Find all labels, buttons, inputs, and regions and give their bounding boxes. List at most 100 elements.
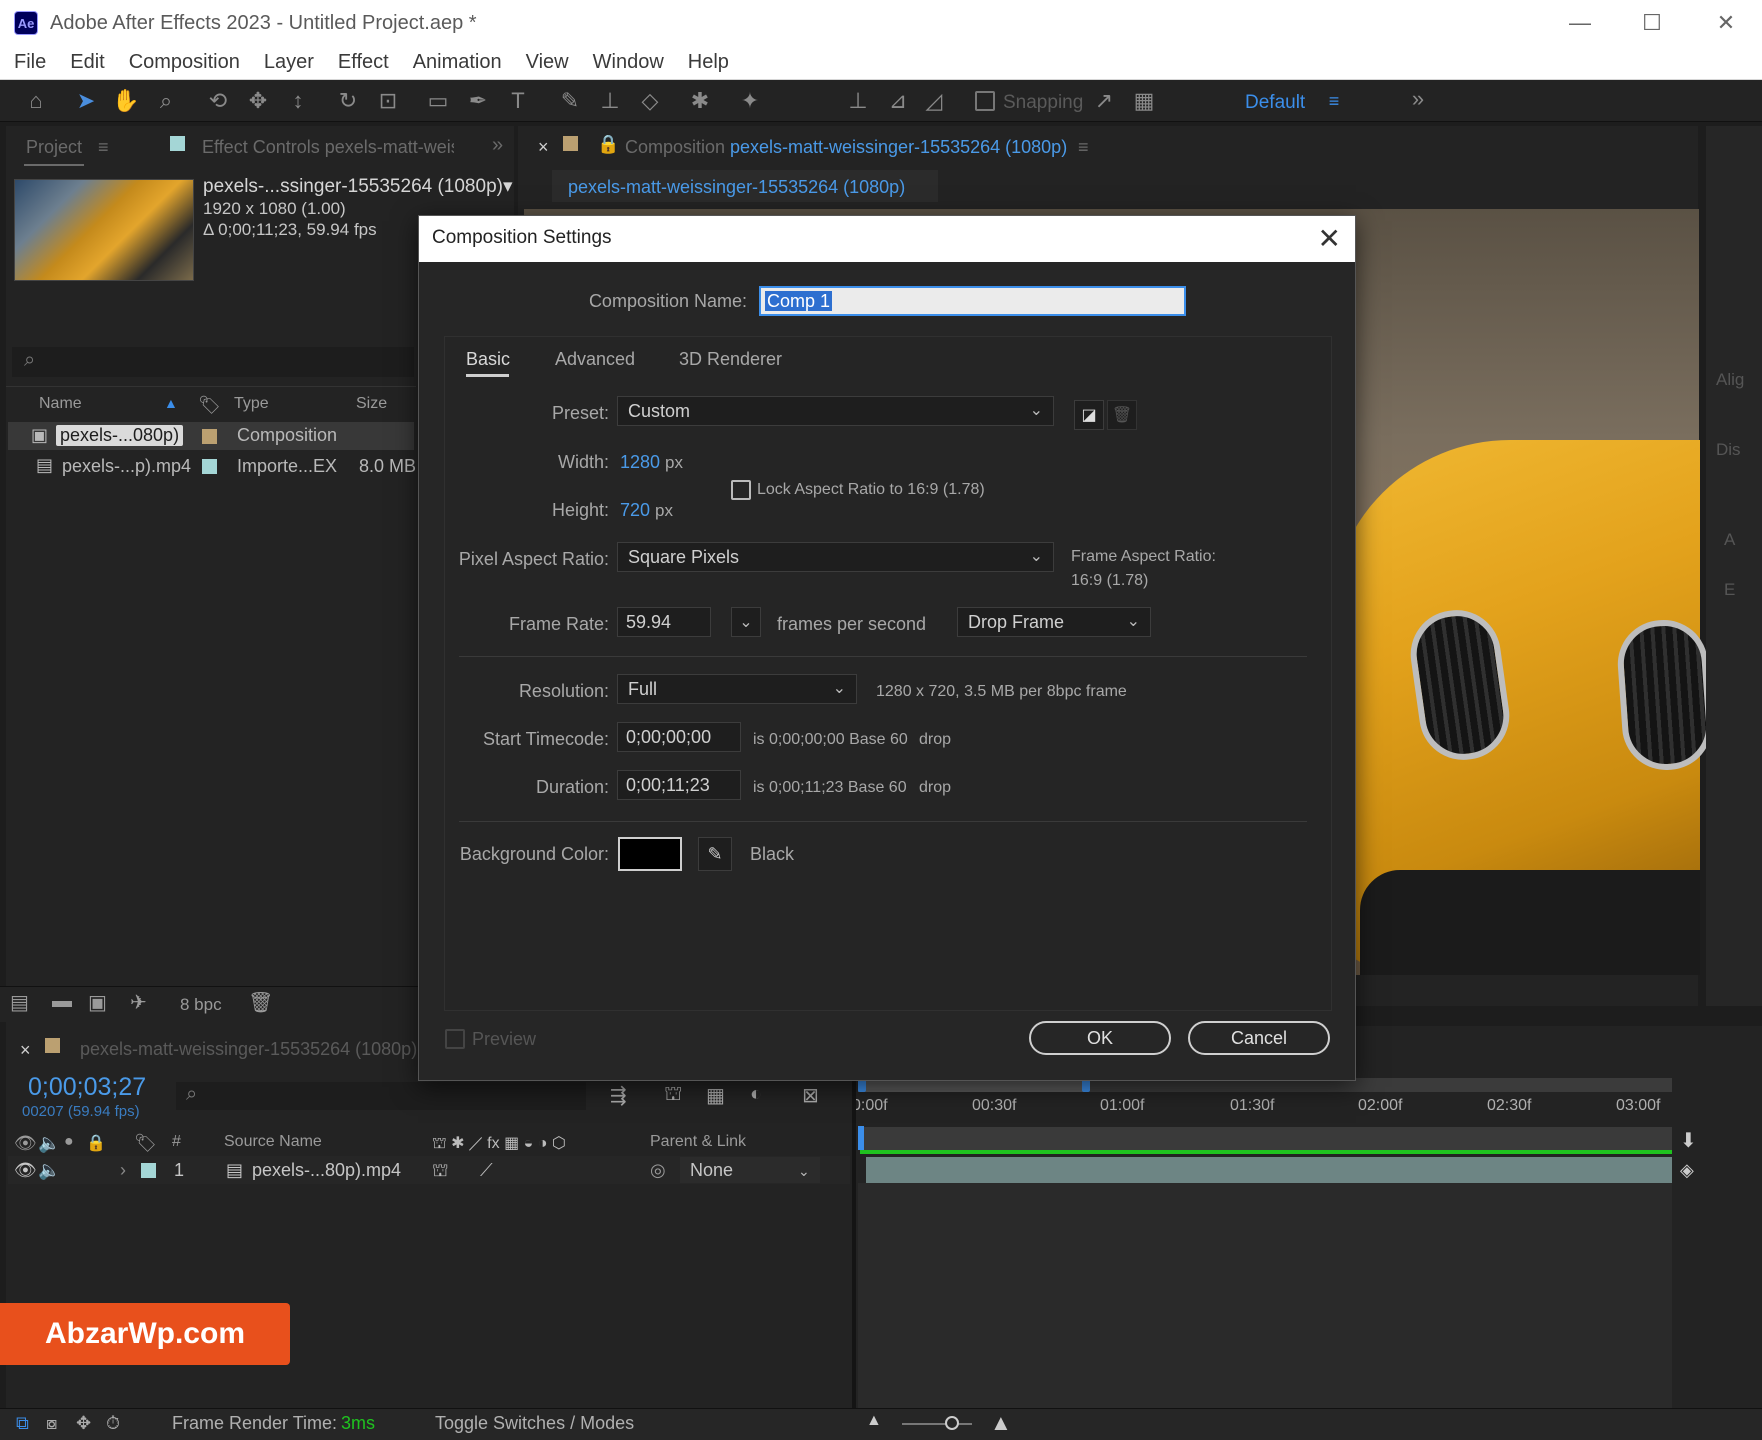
layer-label-swatch[interactable] (141, 1163, 156, 1178)
snap-options-icon[interactable]: ↗ (1090, 87, 1118, 115)
home-icon[interactable]: ⌂ (22, 87, 50, 115)
snap-grid-icon[interactable]: ▦ (1130, 87, 1158, 115)
zoom-tool-icon[interactable]: ⌕ (152, 87, 180, 115)
tab-composition[interactable]: pexels-matt-weissinger-15535264 (1080p) (730, 137, 1067, 158)
menu-window[interactable]: Window (593, 51, 664, 74)
right-panel-item-a[interactable]: A (1724, 530, 1735, 550)
render-time-toggle-icon[interactable]: ⏱ (106, 1413, 120, 1434)
trash-icon[interactable]: 🗑 (248, 990, 273, 1015)
pick-whip-icon[interactable]: ◎ (650, 1160, 666, 1181)
comp-end-marker-icon[interactable]: ⬇ (1680, 1128, 1697, 1153)
menu-composition[interactable]: Composition (129, 51, 240, 74)
frame-blending-icon[interactable]: ▦ (706, 1083, 725, 1108)
pan-tool-icon[interactable]: ✥ (244, 87, 272, 115)
lock-aspect-ratio-label[interactable]: Lock Aspect Ratio to 16:9 (1.78) (757, 481, 985, 499)
clone-stamp-tool-icon[interactable]: ⊥ (596, 87, 624, 115)
project-row-comp-label[interactable] (202, 429, 217, 444)
zoom-slider-track[interactable] (902, 1423, 972, 1425)
video-switch-icon[interactable]: 👁 (14, 1133, 37, 1154)
project-row-comp-name[interactable]: pexels-...080p) (56, 425, 184, 446)
snapping-checkbox[interactable] (975, 91, 995, 111)
workspace-overflow-icon[interactable]: » (1404, 85, 1432, 113)
menu-animation[interactable]: Animation (413, 51, 502, 74)
current-time-indicator[interactable] (858, 1126, 864, 1150)
interpret-footage-icon[interactable]: ▤ (10, 990, 29, 1015)
layer-video-toggle-icon[interactable]: 👁 (14, 1160, 37, 1181)
hand-tool-icon[interactable]: ✋ (112, 87, 140, 115)
cancel-button[interactable]: Cancel (1188, 1021, 1330, 1055)
project-search-input[interactable] (12, 347, 414, 377)
start-timecode-input[interactable]: 0;00;00;00 (617, 722, 741, 752)
comp-mini-flowchart-icon[interactable]: ⇶ (610, 1083, 627, 1108)
height-value[interactable]: 720 (620, 500, 650, 521)
column-source-name[interactable]: Source Name (224, 1133, 322, 1151)
current-time-display[interactable]: 0;00;03;27 (28, 1073, 146, 1102)
new-folder-icon[interactable]: ▬ (52, 990, 72, 1013)
project-row-footage-label[interactable] (202, 459, 217, 474)
workspace-menu-icon[interactable]: ≡ (1320, 87, 1348, 115)
graph-editor-icon[interactable]: ⊠ (802, 1083, 819, 1108)
menu-file[interactable]: File (14, 51, 46, 74)
in-out-toggle-icon[interactable]: ✥ (76, 1413, 91, 1434)
lock-switch-icon[interactable]: 🔒 (86, 1133, 106, 1153)
menu-layer[interactable]: Layer (264, 51, 314, 74)
drop-frame-dropdown[interactable]: Drop Frame ⌄ (957, 607, 1151, 637)
maximize-button[interactable]: ☐ (1616, 0, 1688, 46)
close-comp-tab-icon[interactable]: × (538, 137, 549, 158)
right-panel-item-e[interactable]: E (1724, 580, 1735, 600)
preview-checkbox[interactable] (445, 1029, 465, 1049)
bit-depth-button[interactable]: 8 bpc (180, 995, 222, 1015)
column-size[interactable]: Size (356, 395, 387, 413)
puppet-pin-tool-icon[interactable]: ✦ (736, 87, 764, 115)
frame-rate-dropdown-icon[interactable]: ⌄ (731, 607, 761, 637)
draft-3d-icon[interactable]: ⛫ (664, 1083, 682, 1108)
eraser-tool-icon[interactable]: ◇ (636, 87, 664, 115)
audio-switch-icon[interactable]: 🔈 (38, 1133, 60, 1154)
pixel-aspect-ratio-dropdown[interactable]: Square Pixels ⌄ (617, 542, 1054, 572)
rotation-tool-icon[interactable]: ↻ (334, 87, 362, 115)
tab-effect-controls[interactable]: Effect Controls pexels-matt-weis (202, 137, 454, 158)
view-axis-mode-icon[interactable]: ◿ (920, 87, 948, 115)
project-row-footage-name[interactable]: pexels-...p).mp4 (62, 456, 191, 477)
save-preset-icon[interactable]: ◪ (1074, 400, 1104, 430)
project-item-name[interactable]: pexels-...ssinger-15535264 (1080p)▾ (203, 175, 513, 198)
zoom-slider-handle[interactable] (945, 1416, 959, 1430)
eyedropper-icon[interactable]: ✎ (698, 837, 732, 871)
delete-preset-icon[interactable]: 🗑 (1107, 400, 1137, 430)
composition-name-input[interactable]: Comp 1 (759, 286, 1186, 316)
selection-tool-icon[interactable]: ➤ (72, 87, 100, 115)
preview-label[interactable]: Preview (472, 1029, 536, 1050)
menu-view[interactable]: View (526, 51, 569, 74)
duration-input[interactable]: 0;00;11;23 (617, 770, 741, 800)
solo-switch-icon[interactable]: ● (64, 1133, 74, 1151)
resolution-dropdown[interactable]: Full ⌄ (617, 674, 857, 704)
layer-audio-toggle-icon[interactable]: 🔈 (38, 1160, 60, 1181)
ok-button[interactable]: OK (1029, 1021, 1171, 1055)
menu-edit[interactable]: Edit (70, 51, 104, 74)
tab-timeline[interactable]: pexels-matt-weissinger-15535264 (1080p) (80, 1039, 417, 1060)
timeline-divider[interactable] (852, 1074, 856, 1408)
layer-quality-switch-icon[interactable]: ⟋ (480, 1160, 493, 1181)
anchor-point-tool-icon[interactable]: ⊡ (374, 87, 402, 115)
roto-brush-tool-icon[interactable]: ✱ (686, 87, 714, 115)
menu-effect[interactable]: Effect (338, 51, 389, 74)
align-panel-label[interactable]: Alig (1716, 370, 1744, 390)
viewer-panel-menu-icon[interactable]: ≡ (1078, 137, 1089, 158)
close-timeline-tab-icon[interactable]: × (20, 1040, 31, 1061)
pen-tool-icon[interactable]: ✒ (464, 87, 492, 115)
dolly-tool-icon[interactable]: ↕ (284, 87, 312, 115)
lock-icon[interactable]: 🔒 (597, 134, 619, 155)
menu-help[interactable]: Help (688, 51, 729, 74)
workspace-default[interactable]: Default (1245, 92, 1305, 114)
marker-icon[interactable]: ◈ (1680, 1160, 1694, 1181)
motion-blur-icon[interactable]: ◐ (750, 1083, 762, 1106)
brush-tool-icon[interactable]: ✎ (556, 87, 584, 115)
toggle-switches-modes-button[interactable]: Toggle Switches / Modes (435, 1413, 634, 1434)
lock-aspect-ratio-checkbox[interactable] (731, 480, 751, 500)
close-window-button[interactable]: ✕ (1690, 0, 1762, 46)
dialog-close-button[interactable]: ✕ (1318, 222, 1341, 255)
adjust-project-settings-icon[interactable]: ✈ (130, 990, 147, 1015)
type-tool-icon[interactable]: T (504, 87, 532, 115)
zoom-out-icon[interactable]: ▲ (866, 1412, 882, 1430)
layer-switches-toggle-icon[interactable]: ⧉ (16, 1413, 29, 1434)
